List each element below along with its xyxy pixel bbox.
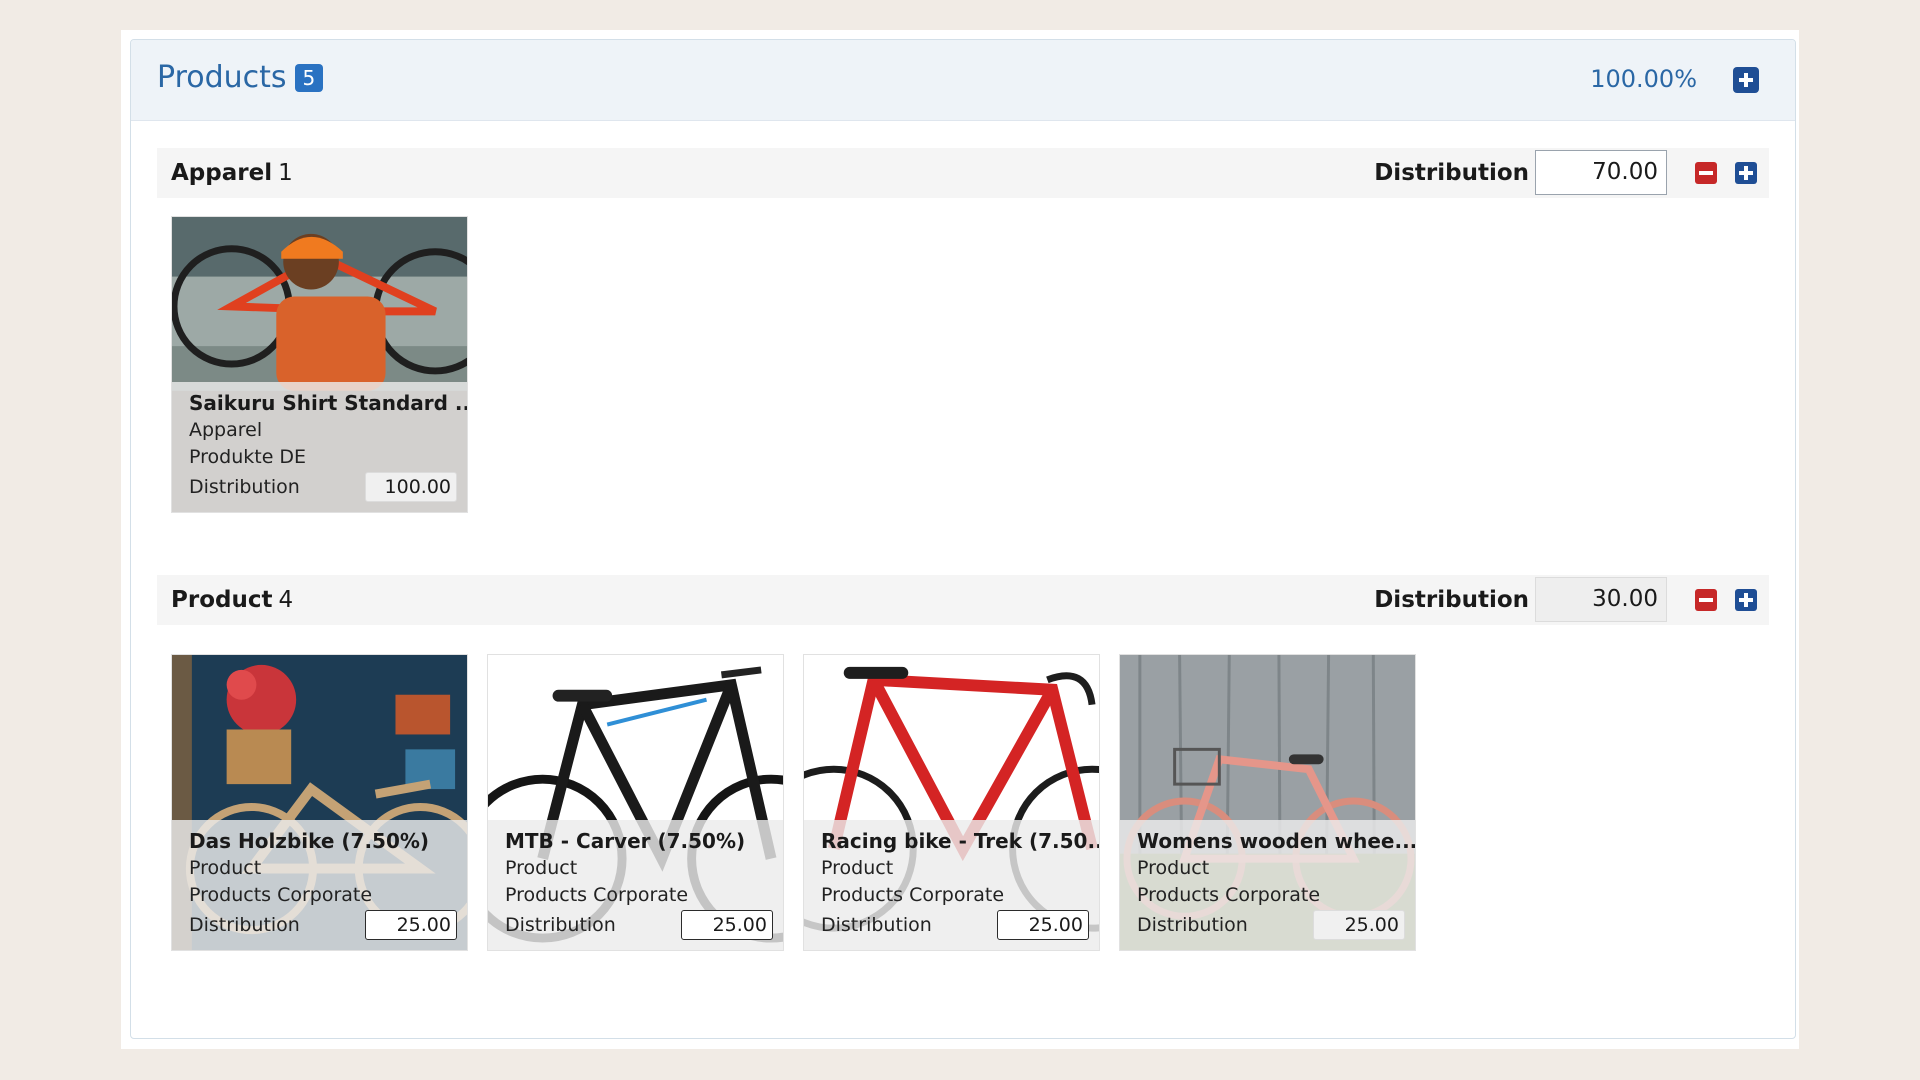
panel-title: Products 5	[157, 60, 324, 95]
group-count: 4	[278, 587, 294, 613]
product-name: MTB - Carver (7.50%)	[505, 829, 746, 853]
product-name: Saikuru Shirt Standard ...	[189, 391, 468, 415]
product-card[interactable]: Das Holzbike (7.50%) Product Products Co…	[171, 654, 468, 951]
add-item-button[interactable]	[1735, 162, 1757, 184]
product-card[interactable]: Womens wooden whee... Product Products C…	[1119, 654, 1416, 951]
group-name: Product	[171, 587, 273, 613]
product-category: Apparel	[189, 419, 263, 441]
product-category: Product	[505, 857, 578, 879]
plus-square-icon	[1739, 166, 1753, 180]
remove-group-button[interactable]	[1695, 162, 1717, 184]
group-title: Apparel 1	[171, 160, 293, 186]
product-distribution-input[interactable]: 25.00	[365, 910, 457, 940]
product-distribution-label: Distribution	[1137, 914, 1248, 936]
product-name: Womens wooden whee...	[1137, 829, 1416, 853]
product-catalog: Products Corporate	[505, 884, 689, 906]
add-item-button[interactable]	[1735, 589, 1757, 611]
product-distribution-value: 100.00	[365, 472, 457, 502]
product-catalog: Products Corporate	[1137, 884, 1321, 906]
minus-square-icon	[1699, 166, 1713, 180]
product-distribution-input[interactable]: 25.00	[681, 910, 773, 940]
product-distribution-label: Distribution	[821, 914, 932, 936]
product-catalog: Products Corporate	[821, 884, 1005, 906]
group-name: Apparel	[171, 160, 273, 186]
product-category: Product	[821, 857, 894, 879]
distribution-input[interactable]: 70.00	[1535, 150, 1667, 195]
product-distribution-label: Distribution	[189, 914, 300, 936]
product-category: Product	[189, 857, 262, 879]
distribution-label: Distribution	[1374, 160, 1529, 186]
plus-square-icon	[1739, 73, 1753, 87]
group-title: Product 4	[171, 587, 293, 613]
product-distribution-input[interactable]: 25.00	[997, 910, 1089, 940]
product-category: Product	[1137, 857, 1210, 879]
product-distribution-label: Distribution	[189, 476, 300, 498]
panel-header: Products 5 100.00%	[131, 40, 1795, 121]
remove-group-button[interactable]	[1695, 589, 1717, 611]
plus-square-icon	[1739, 593, 1753, 607]
minus-square-icon	[1699, 593, 1713, 607]
product-name: Racing bike - Trek (7.50...	[821, 829, 1100, 853]
count-badge: 5	[294, 63, 324, 92]
page-frame: Products 5 100.00% Apparel 1 Distribution…	[121, 30, 1799, 1049]
product-card[interactable]: Saikuru Shirt Standard ... Apparel Produ…	[171, 216, 468, 513]
product-distribution-value: 25.00	[1313, 910, 1405, 940]
page-title: Products	[157, 60, 287, 95]
add-group-button[interactable]	[1733, 67, 1759, 93]
distribution-input: 30.00	[1535, 577, 1667, 622]
product-card[interactable]: MTB - Carver (7.50%) Product Products Co…	[487, 654, 784, 951]
total-percentage: 100.00%	[1590, 65, 1697, 93]
product-card[interactable]: Racing bike - Trek (7.50... Product Prod…	[803, 654, 1100, 951]
group-header-product: Product 4 Distribution 30.00	[157, 575, 1769, 625]
product-distribution-label: Distribution	[505, 914, 616, 936]
group-header-apparel: Apparel 1 Distribution 70.00	[157, 148, 1769, 198]
group-count: 1	[278, 160, 293, 186]
product-catalog: Products Corporate	[189, 884, 373, 906]
distribution-label: Distribution	[1374, 587, 1529, 613]
products-panel: Products 5 100.00% Apparel 1 Distribution…	[130, 39, 1796, 1039]
product-name: Das Holzbike (7.50%)	[189, 829, 430, 853]
product-catalog: Produkte DE	[189, 446, 307, 468]
